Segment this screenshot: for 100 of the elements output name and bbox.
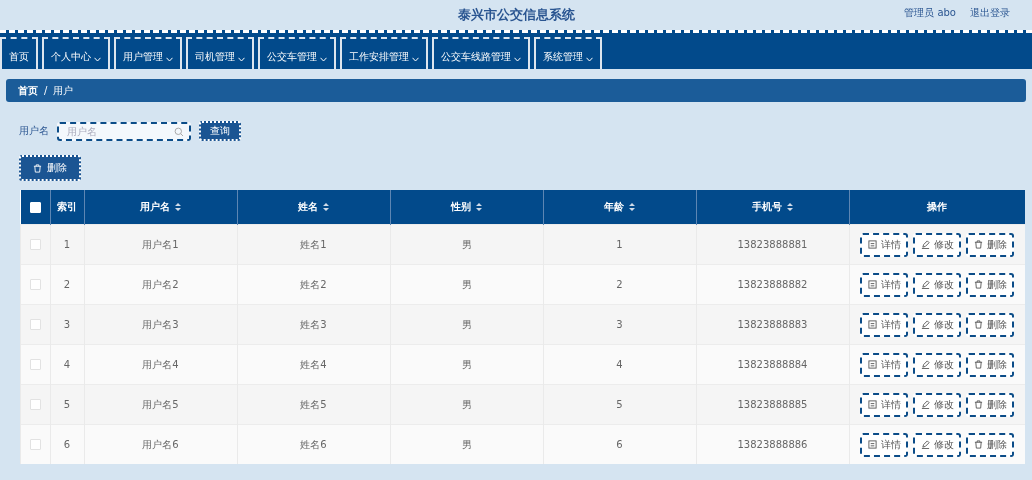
edit-button[interactable]: 修改 (913, 272, 962, 297)
column-header[interactable]: 用户名 (140, 201, 170, 212)
details-button[interactable]: 详情 (860, 272, 909, 297)
delete-button[interactable]: 删除 (966, 392, 1015, 417)
table-cell: 男 (461, 238, 472, 250)
table-cell: 男 (461, 398, 472, 410)
table-cell: 13823888883 (737, 319, 808, 330)
delete-button[interactable]: 删除 (966, 232, 1015, 257)
nav-menu-item[interactable]: 工作安排管理 (340, 37, 428, 69)
trash-icon (973, 320, 983, 329)
column-header[interactable]: 年龄 (604, 201, 624, 212)
document-icon (867, 440, 877, 449)
table-cell: 2 (63, 279, 71, 290)
logout-link[interactable]: 退出登录 (970, 6, 1010, 20)
checkbox[interactable] (29, 399, 41, 411)
table-cell: 用户名2 (142, 278, 179, 290)
search-icon (174, 126, 184, 137)
delete-button[interactable]: 删除 (966, 272, 1015, 297)
sort-icon[interactable] (787, 203, 793, 211)
table-cell: 4 (63, 359, 71, 370)
table-cell: 用户名4 (142, 358, 179, 370)
delete-button[interactable]: 删除 (966, 312, 1015, 337)
checkbox[interactable] (29, 439, 41, 451)
column-header[interactable]: 手机号 (752, 201, 782, 212)
pencil-icon (920, 400, 930, 409)
checkbox[interactable] (29, 319, 41, 331)
table-cell: 6 (616, 439, 623, 450)
field-label: 用户名 (19, 124, 49, 138)
edit-button[interactable]: 修改 (913, 312, 962, 337)
table-cell: 6 (63, 439, 71, 450)
trash-icon (33, 163, 42, 173)
table-cell: 姓名6 (300, 438, 327, 450)
pencil-icon (920, 280, 930, 289)
table-cell: 13823888885 (737, 399, 808, 410)
edit-button[interactable]: 修改 (913, 432, 962, 457)
details-button[interactable]: 详情 (860, 352, 909, 377)
nav-menu-item[interactable]: 用户管理 (114, 37, 182, 69)
edit-button[interactable]: 修改 (913, 352, 962, 377)
column-header[interactable]: 姓名 (298, 201, 318, 212)
breadcrumb-item[interactable]: 首页 (18, 83, 38, 98)
pencil-icon (920, 360, 930, 369)
checkbox[interactable] (29, 239, 41, 251)
trash-icon (973, 400, 983, 409)
details-button[interactable]: 详情 (860, 232, 909, 257)
sort-icon[interactable] (323, 203, 329, 211)
table-cell: 5 (63, 399, 71, 410)
delete-button[interactable]: 删除 (966, 432, 1015, 457)
table-cell: 4 (616, 359, 623, 370)
table-cell: 13823888884 (737, 359, 808, 370)
table-cell: 姓名4 (300, 358, 327, 370)
edit-button[interactable]: 修改 (913, 232, 962, 257)
nav-menu-item[interactable]: 首页 (0, 37, 38, 69)
app-title: 泰兴市公交信息系统 (457, 6, 575, 24)
sort-icon[interactable] (629, 203, 635, 211)
delete-button[interactable]: 删除 (19, 155, 81, 181)
table-cell: 13823888882 (737, 279, 808, 290)
nav-menu-item[interactable]: 个人中心 (42, 37, 110, 69)
nav-menu-item[interactable]: 司机管理 (186, 37, 254, 69)
document-icon (867, 280, 877, 289)
table-cell: 姓名5 (300, 398, 327, 410)
trash-icon (973, 360, 983, 369)
table-cell: 1 (616, 239, 623, 250)
sort-icon[interactable] (175, 203, 181, 211)
nav-menu-item[interactable]: 公交车管理 (258, 37, 336, 69)
table-cell: 用户名1 (142, 238, 179, 250)
table-cell: 姓名2 (300, 278, 327, 290)
delete-button[interactable]: 删除 (966, 352, 1015, 377)
table-cell: 男 (461, 318, 472, 330)
table-cell: 姓名3 (300, 318, 327, 330)
table-cell: 3 (63, 319, 71, 330)
column-header: 操作 (927, 201, 948, 212)
table-cell: 男 (461, 358, 472, 370)
details-button[interactable]: 详情 (860, 312, 909, 337)
column-header[interactable]: 性别 (451, 201, 471, 212)
nav-menu-item[interactable]: 系统管理 (534, 37, 602, 69)
pencil-icon (920, 240, 930, 249)
table-cell: 3 (616, 319, 623, 330)
details-button[interactable]: 详情 (860, 392, 909, 417)
table-cell: 姓名1 (300, 238, 327, 250)
sort-icon[interactable] (476, 203, 482, 211)
table-cell: 13823888886 (737, 439, 808, 450)
breadcrumb-item: 用户 (53, 83, 74, 98)
search-field[interactable]: 用户名 (57, 121, 191, 141)
table-cell: 1 (63, 239, 71, 250)
query-button[interactable]: 查询 (199, 121, 241, 141)
nav-menu-item[interactable]: 公交车线路管理 (432, 37, 530, 69)
checkbox[interactable] (29, 359, 41, 371)
pencil-icon (920, 440, 930, 449)
checkbox[interactable] (29, 279, 41, 291)
table-cell: 男 (461, 278, 472, 290)
table-cell: 2 (616, 279, 623, 290)
table-cell: 用户名6 (142, 438, 179, 450)
document-icon (867, 400, 877, 409)
trash-icon (973, 280, 983, 289)
table-cell: 5 (616, 399, 623, 410)
user-name: 管理员 abo (904, 6, 956, 20)
details-button[interactable]: 详情 (860, 432, 909, 457)
trash-icon (973, 240, 983, 249)
document-icon (867, 240, 877, 249)
edit-button[interactable]: 修改 (913, 392, 962, 417)
